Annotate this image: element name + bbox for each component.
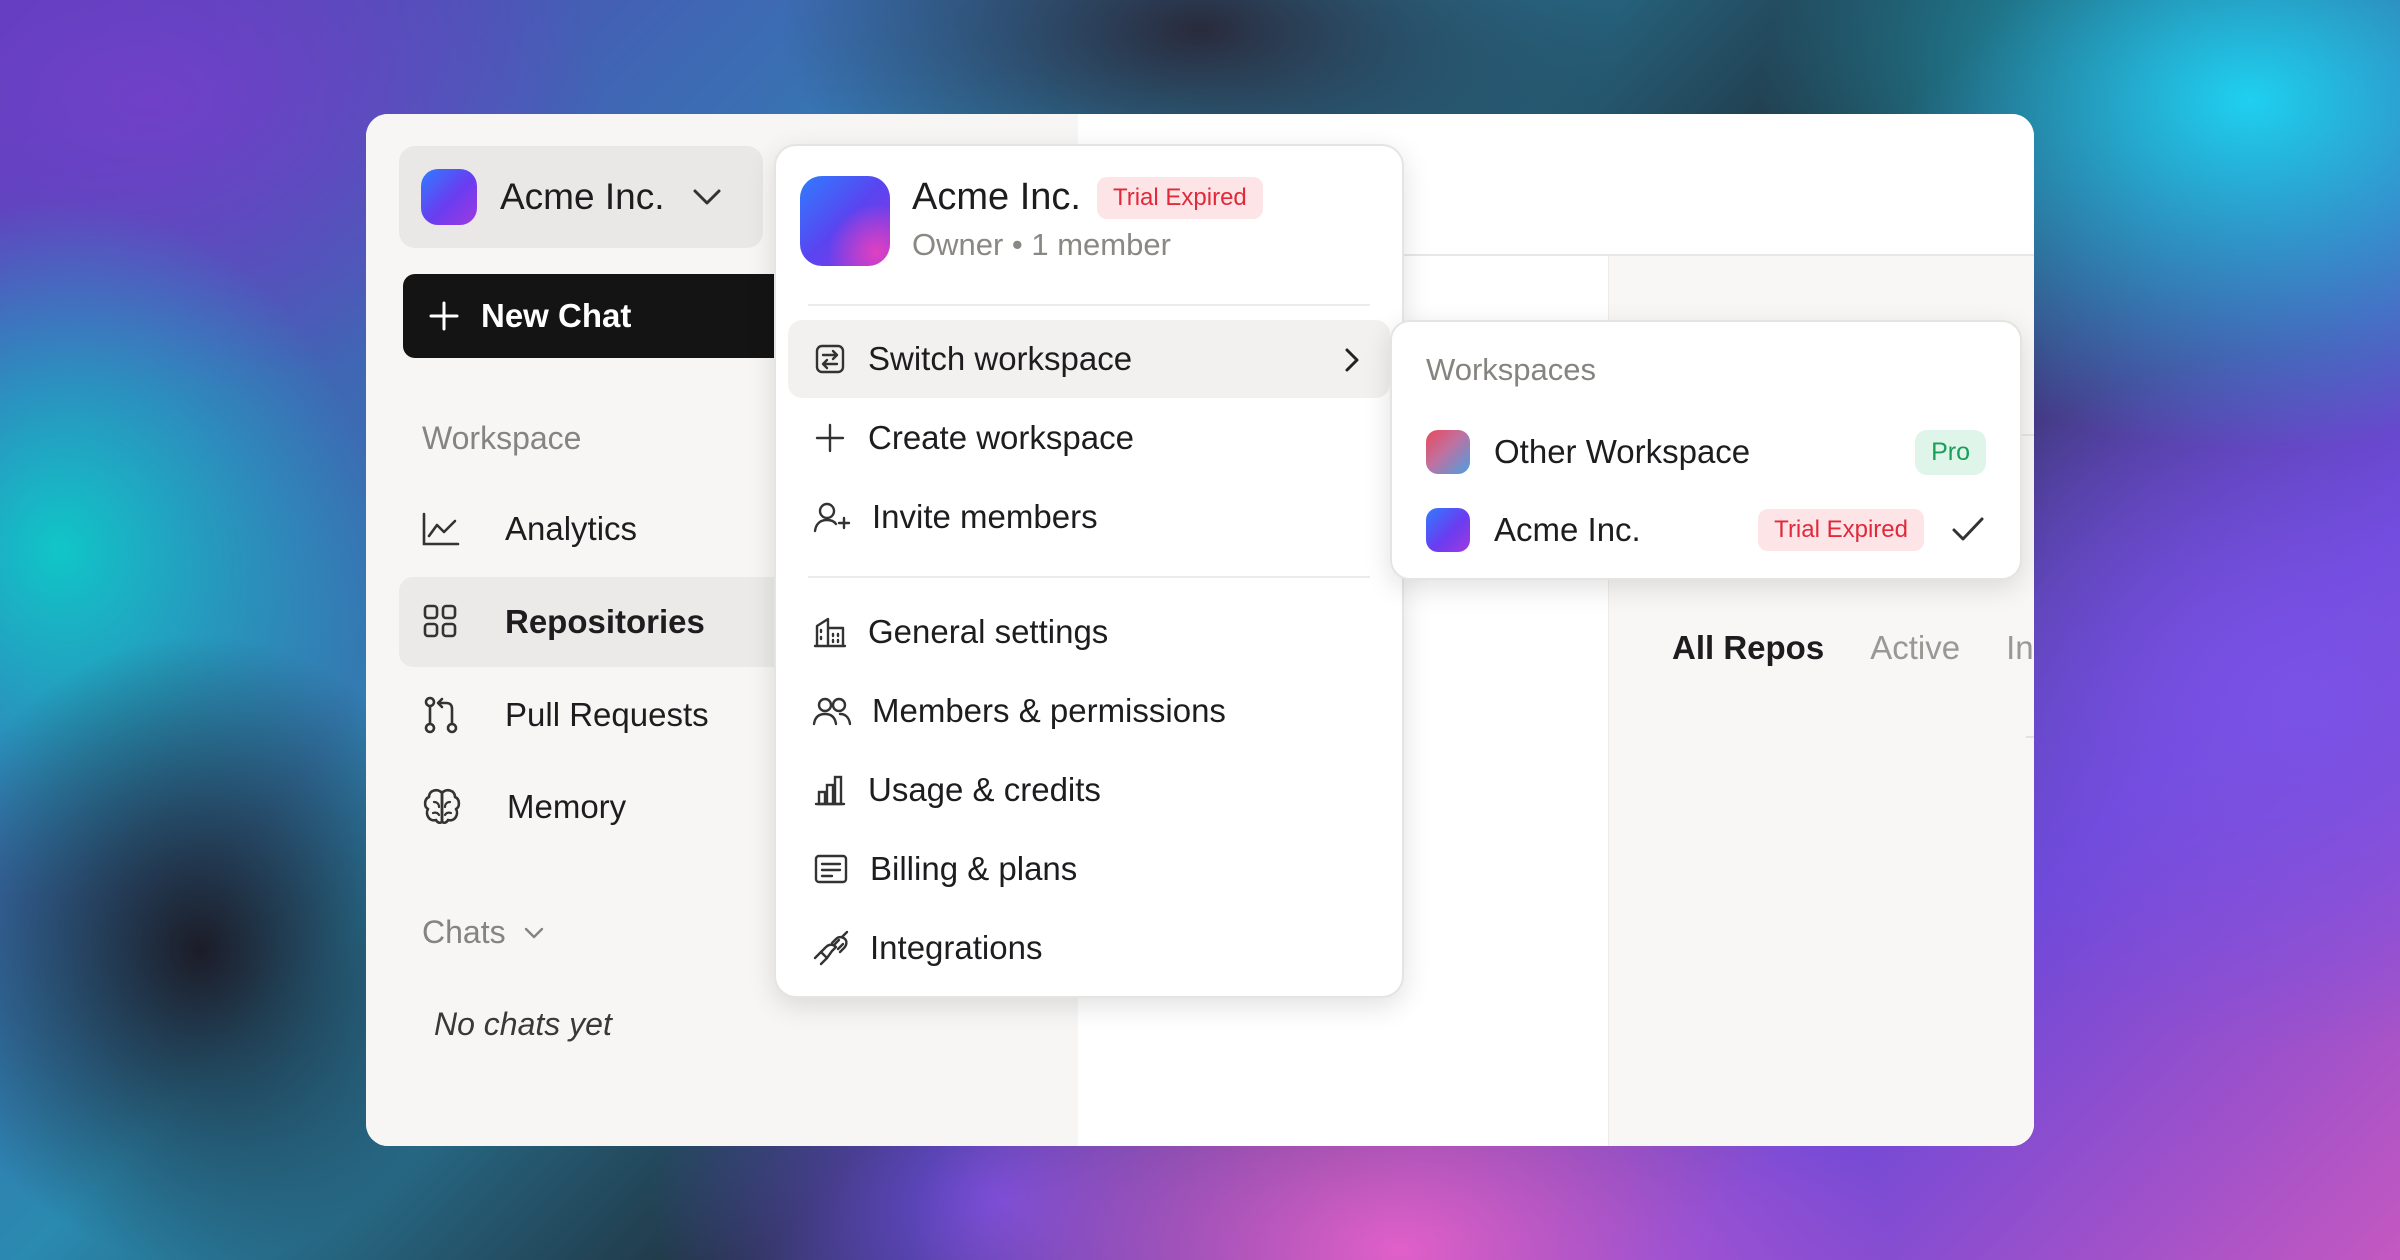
members-permissions-item[interactable]: Members & permissions (788, 672, 1390, 750)
grid-icon (421, 603, 461, 641)
sidebar-item-memory[interactable]: Memory (399, 762, 839, 852)
chevron-down-icon (522, 925, 546, 941)
workspace-switcher[interactable]: Acme Inc. (399, 146, 763, 248)
workspace-name: Acme Inc. (500, 176, 665, 217)
chevron-right-icon (1342, 346, 1362, 374)
invite-members-item[interactable]: Invite members (788, 478, 1390, 556)
menu-item-label: Billing & plans (870, 850, 1078, 887)
general-settings-item[interactable]: General settings (788, 593, 1390, 671)
plan-badge: Pro (1915, 429, 1986, 475)
workspace-avatar (421, 169, 477, 225)
tab-all-repos[interactable]: All Repos (1672, 629, 1824, 667)
pull-request-icon (421, 695, 461, 735)
workspaces-submenu: Workspaces Other Workspace Pro Acme Inc.… (1390, 320, 2022, 580)
tabs-divider (2026, 736, 2034, 738)
tab-inactive[interactable]: Inc (2006, 629, 2034, 667)
menu-item-label: Members & permissions (872, 692, 1226, 729)
sidebar-item-label: Memory (507, 788, 627, 825)
usage-credits-item[interactable]: Usage & credits (788, 751, 1390, 829)
plug-icon (812, 929, 850, 967)
status-badge: Trial Expired (1096, 176, 1263, 219)
sidebar-item-label: Pull Requests (505, 696, 709, 733)
integrations-item[interactable]: Integrations (788, 909, 1390, 987)
checkmark-icon (1950, 512, 1986, 546)
menu-item-label: Usage & credits (868, 771, 1101, 808)
chevron-down-icon (691, 187, 723, 207)
receipt-icon (812, 851, 850, 887)
empty-chats-text: No chats yet (434, 1006, 612, 1042)
sidebar-item-pull-requests[interactable]: Pull Requests (399, 670, 839, 760)
sidebar-item-repositories[interactable]: Repositories (399, 577, 839, 667)
menu-divider (808, 304, 1370, 306)
menu-subtitle: Owner • 1 member (912, 227, 1171, 262)
menu-divider (808, 576, 1370, 578)
sidebar-item-label: Repositories (505, 603, 705, 640)
user-plus-icon (812, 499, 852, 535)
workspace-option-name: Acme Inc. (1494, 511, 1641, 548)
sidebar-item-label: Analytics (505, 510, 638, 547)
workspace-option-other[interactable]: Other Workspace Pro (1412, 414, 2000, 490)
switch-workspace-item[interactable]: Switch workspace (788, 320, 1390, 398)
tab-active[interactable]: Active (1870, 629, 1960, 667)
billing-plans-item[interactable]: Billing & plans (788, 830, 1390, 908)
chats-label: Chats (422, 914, 506, 950)
menu-item-label: Integrations (870, 929, 1043, 966)
plus-icon (427, 299, 461, 333)
create-workspace-item[interactable]: Create workspace (788, 399, 1390, 477)
brain-icon (421, 787, 463, 827)
building-icon (812, 614, 848, 650)
new-chat-label: New Chat (481, 297, 632, 334)
workspace-option-acme[interactable]: Acme Inc. Trial Expired (1412, 492, 2000, 568)
workspace-section-label: Workspace (422, 420, 582, 456)
workspace-avatar (1426, 508, 1470, 552)
workspace-menu: Acme Inc. Trial Expired Owner • 1 member… (774, 144, 1404, 998)
bar-chart-icon (812, 772, 848, 808)
sidebar-item-analytics[interactable]: Analytics (399, 484, 839, 574)
menu-item-label: General settings (868, 613, 1109, 650)
menu-header: Acme Inc. Trial Expired Owner • 1 member (800, 176, 1263, 266)
menu-item-label: Invite members (872, 498, 1098, 535)
status-badge: Trial Expired (1758, 509, 1924, 551)
menu-item-label: Create workspace (868, 419, 1134, 456)
submenu-label: Workspaces (1426, 352, 1596, 387)
workspace-avatar (1426, 430, 1470, 474)
plus-icon (812, 420, 848, 456)
repo-tabs: All Repos Active Inc (1672, 629, 2034, 667)
menu-title: Acme Inc. (912, 176, 1081, 218)
workspace-avatar (800, 176, 890, 266)
switch-icon (812, 341, 848, 377)
analytics-icon (421, 511, 461, 547)
users-icon (812, 693, 852, 729)
workspace-option-name: Other Workspace (1494, 433, 1751, 470)
new-chat-button[interactable]: New Chat (403, 274, 803, 358)
chats-section-toggle[interactable]: Chats (422, 914, 546, 951)
menu-item-label: Switch workspace (868, 340, 1133, 377)
